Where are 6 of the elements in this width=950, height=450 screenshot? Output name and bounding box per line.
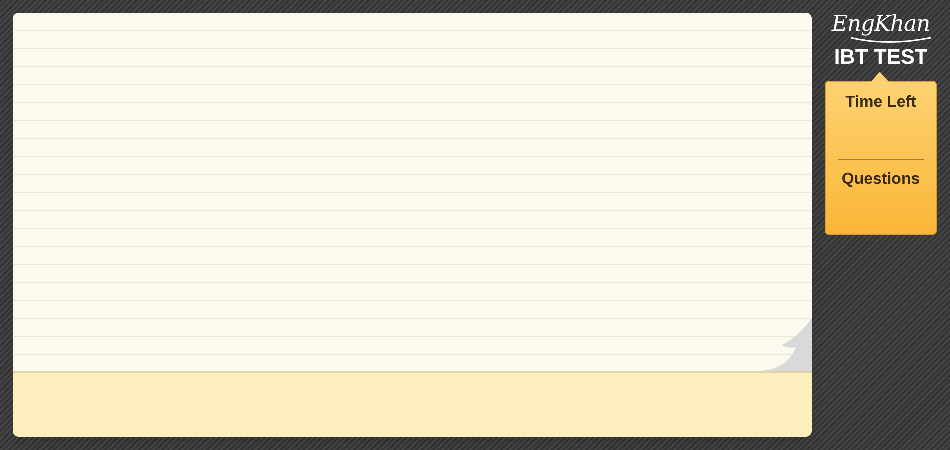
logo: EngKhan: [832, 14, 930, 36]
time-left-label: Time Left: [846, 93, 916, 113]
app-title: IBT TEST: [834, 47, 928, 68]
pointer-tip-icon: [871, 72, 889, 82]
page-curl-icon: [762, 319, 812, 371]
questions-label: Questions: [842, 170, 920, 190]
